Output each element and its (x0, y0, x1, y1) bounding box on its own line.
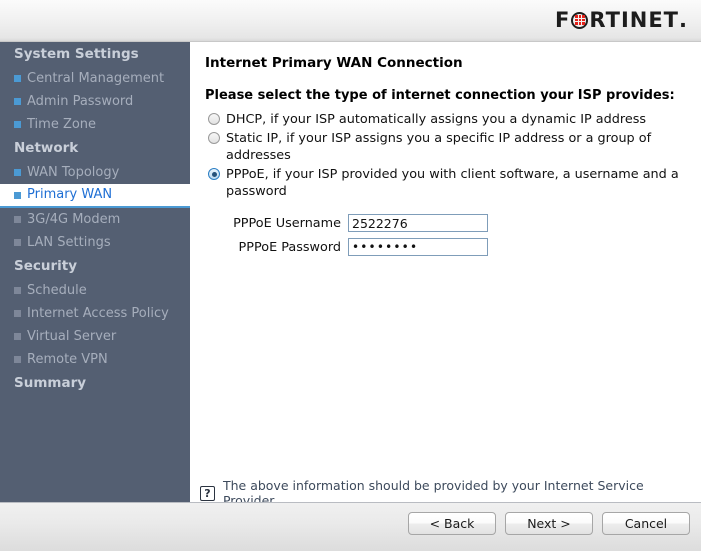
wizard-footer: < Back Next > Cancel (0, 502, 701, 553)
bullet-square-icon (14, 356, 21, 363)
sidebar-item-time-zone[interactable]: Time Zone (0, 113, 190, 136)
main-content: Internet Primary WAN Connection Please s… (190, 42, 701, 502)
connection-type-radio-group: DHCP, if your ISP automatically assigns … (205, 111, 685, 200)
sidebar-item-label: Virtual Server (27, 325, 116, 348)
sidebar-group-security: Security (0, 254, 190, 279)
pppoe-password-input[interactable] (348, 238, 488, 256)
sidebar-item-primary-wan[interactable]: Primary WAN (0, 184, 190, 208)
next-button[interactable]: Next > (505, 512, 593, 535)
app-header: F RTINET . (0, 0, 701, 42)
radio-label-dhcp: DHCP, if your ISP automatically assigns … (226, 111, 685, 128)
sidebar-item-admin-password[interactable]: Admin Password (0, 90, 190, 113)
sidebar-item-remote-vpn[interactable]: Remote VPN (0, 348, 190, 371)
pppoe-username-input[interactable] (348, 214, 488, 232)
radio-row-dhcp[interactable]: DHCP, if your ISP automatically assigns … (205, 111, 685, 128)
logo-letter-f: F (555, 10, 570, 31)
question-mark-icon: ? (200, 486, 215, 501)
sidebar-item-label: Remote VPN (27, 348, 108, 371)
sidebar-item-label: Internet Access Policy (27, 302, 169, 325)
bullet-square-icon (14, 192, 21, 199)
radio-static[interactable] (208, 132, 220, 144)
radio-label-pppoe: PPPoE, if your ISP provided you with cli… (226, 166, 685, 200)
sidebar-item-3g-4g-modem[interactable]: 3G/4G Modem (0, 208, 190, 231)
fortinet-logo: F RTINET . (555, 9, 687, 31)
radio-label-static: Static IP, if your ISP assigns you a spe… (226, 130, 685, 164)
radio-row-static[interactable]: Static IP, if your ISP assigns you a spe… (205, 130, 685, 164)
radio-dhcp[interactable] (208, 113, 220, 125)
logo-letters-rtinet: RTINET (589, 10, 679, 31)
bullet-square-icon (14, 75, 21, 82)
pppoe-password-label: PPPoE Password (226, 239, 348, 256)
sidebar-group-network: Network (0, 136, 190, 161)
bullet-square-icon (14, 287, 21, 294)
wizard-window: F RTINET . System SettingsCentral Manage… (0, 0, 701, 553)
wizard-sidebar: System SettingsCentral ManagementAdmin P… (0, 42, 190, 502)
pppoe-credentials-form: PPPoE Username PPPoE Password (205, 214, 685, 256)
sidebar-item-label: Time Zone (27, 113, 96, 136)
back-button[interactable]: < Back (408, 512, 496, 535)
sidebar-item-lan-settings[interactable]: LAN Settings (0, 231, 190, 254)
bullet-square-icon (14, 121, 21, 128)
sidebar-item-wan-topology[interactable]: WAN Topology (0, 161, 190, 184)
pppoe-password-row: PPPoE Password (226, 238, 685, 256)
pppoe-username-row: PPPoE Username (226, 214, 685, 232)
bullet-square-icon (14, 239, 21, 246)
bullet-square-icon (14, 310, 21, 317)
bullet-square-icon (14, 169, 21, 176)
sidebar-item-label: 3G/4G Modem (27, 208, 120, 231)
sidebar-item-label: Schedule (27, 279, 87, 302)
footer-button-bar: < Back Next > Cancel (408, 512, 690, 535)
sidebar-group-system-settings: System Settings (0, 42, 190, 67)
pppoe-username-label: PPPoE Username (226, 215, 348, 232)
logo-globe-icon (571, 12, 588, 29)
connection-type-prompt: Please select the type of internet conne… (205, 88, 685, 104)
sidebar-item-central-management[interactable]: Central Management (0, 67, 190, 90)
sidebar-item-internet-access-policy[interactable]: Internet Access Policy (0, 302, 190, 325)
cancel-button[interactable]: Cancel (602, 512, 690, 535)
sidebar-item-label: Admin Password (27, 90, 133, 113)
sidebar-group-summary: Summary (0, 371, 190, 396)
radio-row-pppoe[interactable]: PPPoE, if your ISP provided you with cli… (205, 166, 685, 200)
sidebar-item-schedule[interactable]: Schedule (0, 279, 190, 302)
sidebar-item-virtual-server[interactable]: Virtual Server (0, 325, 190, 348)
sidebar-item-label: Central Management (27, 67, 164, 90)
radio-pppoe[interactable] (208, 168, 220, 180)
sidebar-item-label: LAN Settings (27, 231, 111, 254)
logo-trademark-dot: . (679, 10, 687, 31)
bullet-square-icon (14, 333, 21, 340)
sidebar-item-label: Primary WAN (27, 184, 112, 206)
bullet-square-icon (14, 98, 21, 105)
sidebar-item-label: WAN Topology (27, 161, 119, 184)
bullet-square-icon (14, 216, 21, 223)
page-title: Internet Primary WAN Connection (205, 55, 685, 71)
